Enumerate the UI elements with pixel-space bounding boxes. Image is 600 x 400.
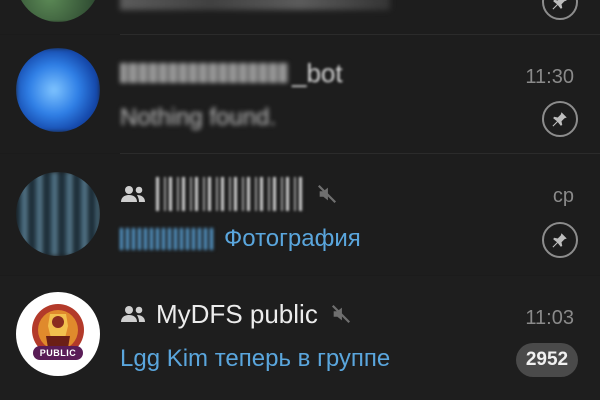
mute-icon	[317, 184, 337, 204]
blurred-name	[156, 177, 304, 211]
mute-icon	[331, 304, 350, 324]
pin-icon	[552, 112, 567, 127]
unread-badge: 2952	[516, 343, 578, 377]
chat-title	[120, 176, 338, 212]
avatar-label: PUBLIC	[39, 348, 77, 358]
chat-title: MyDFS public	[120, 296, 352, 332]
chat-preview: Nothing found.	[120, 101, 276, 135]
chat-time: ср	[552, 185, 574, 207]
group-icon	[121, 186, 145, 202]
chat-row[interactable]	[0, 0, 600, 34]
avatar	[16, 0, 100, 22]
blurred-name	[120, 63, 288, 83]
preview-text: Nothing found.	[120, 104, 277, 131]
pin-button[interactable]	[542, 0, 578, 20]
chat-time: 11:30	[525, 66, 574, 88]
avatar: PUBLIC	[16, 292, 100, 376]
chat-preview: Lgg Kim теперь в группе	[120, 342, 390, 376]
preview-text: Lgg Kim теперь в группе	[120, 345, 391, 372]
pin-icon	[552, 233, 567, 248]
chat-preview: Фотография	[120, 222, 361, 256]
pin-icon	[552, 0, 567, 10]
group-icon	[121, 306, 145, 322]
chat-name: MyDFS public	[156, 298, 318, 329]
pin-button[interactable]	[542, 101, 578, 137]
chat-name: _bot	[292, 57, 343, 88]
chat-row[interactable]: _bot Nothing found. 11:30	[0, 35, 600, 153]
pin-button[interactable]	[542, 222, 578, 258]
blurred-sender	[120, 228, 214, 250]
mydfs-logo	[32, 304, 84, 360]
blurred-preview	[120, 0, 390, 10]
chat-title: _bot	[120, 55, 343, 91]
avatar	[16, 48, 100, 132]
avatar	[16, 172, 100, 256]
chat-row[interactable]: Фотография ср	[0, 154, 600, 275]
preview-text: Фотография	[224, 225, 361, 252]
chat-time: 11:03	[525, 307, 574, 329]
chat-row[interactable]: PUBLIC MyDFS public Lgg Kim теперь в гру…	[0, 276, 600, 400]
